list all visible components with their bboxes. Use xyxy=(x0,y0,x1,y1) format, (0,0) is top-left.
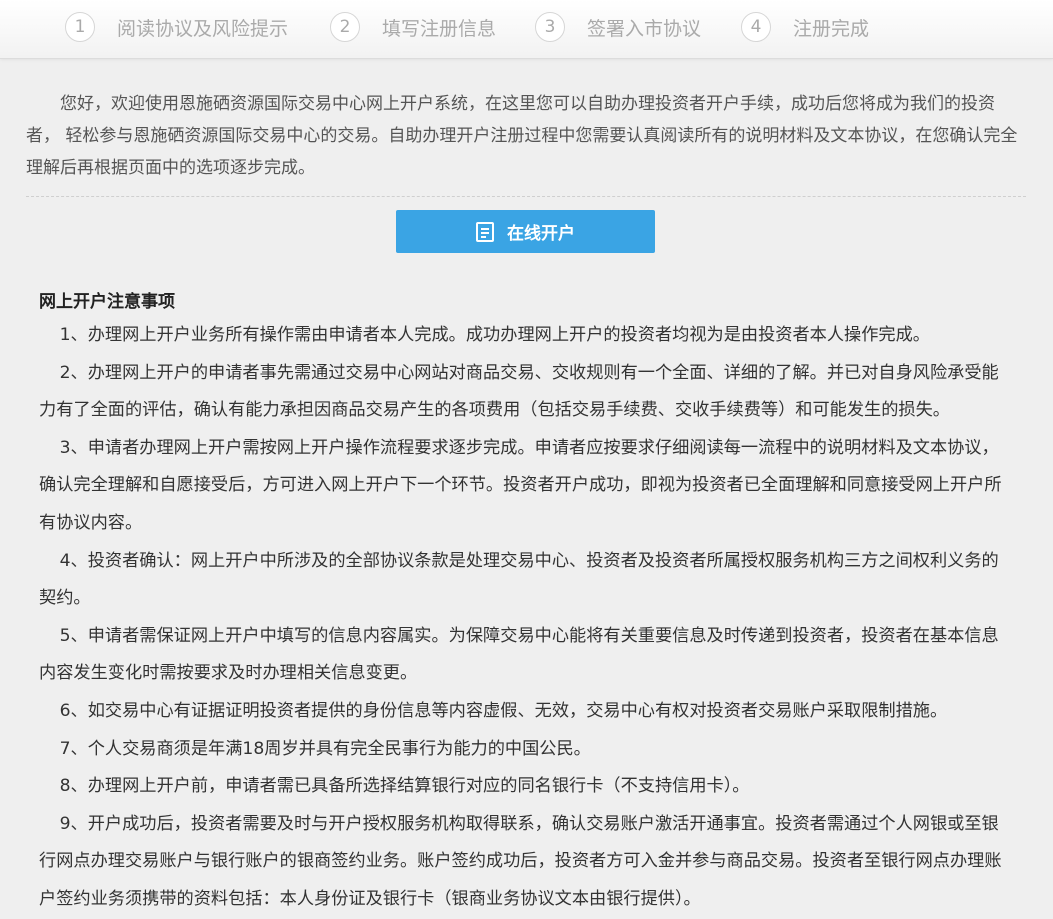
open-account-online-button[interactable]: 在线开户 xyxy=(396,210,655,253)
dashed-divider xyxy=(26,196,1026,197)
step-label: 注册完成 xyxy=(793,17,870,40)
notice-item: 5、申请者需保证网上开户中填写的信息内容属实。为保障交易中心能将有关重要信息及时… xyxy=(39,625,999,684)
step-label: 签署入市协议 xyxy=(587,17,702,40)
step-number: 1 xyxy=(65,12,95,42)
step-sign-agreement: 3 签署入市协议 xyxy=(535,10,701,44)
step-number: 3 xyxy=(535,12,565,42)
step-read-agreement: 1 阅读协议及风险提示 xyxy=(65,10,288,44)
notice-item: 6、如交易中心有证据证明投资者提供的身份信息等内容虚假、无效，交易中心有权对投资… xyxy=(59,700,948,721)
notice-item: 3、申请者办理网上开户需按网上开户操作流程要求逐步完成。申请者应按要求仔细阅读每… xyxy=(39,437,1002,533)
step-complete: 4 注册完成 xyxy=(741,10,869,44)
notice-title: 网上开户注意事项 xyxy=(39,292,175,312)
notice-item: 7、个人交易商须是年满18周岁并具有完全民事行为能力的中国公民。 xyxy=(59,738,591,759)
document-icon xyxy=(476,221,494,242)
step-label: 填写注册信息 xyxy=(382,17,497,40)
notice-item: 8、办理网上开户前，申请者需已具备所选择结算银行对应的同名银行卡（不支持信用卡）… xyxy=(59,776,750,797)
step-fill-info: 2 填写注册信息 xyxy=(330,10,496,44)
registration-steps-bar: 1 阅读协议及风险提示 2 填写注册信息 3 签署入市协议 4 注册完成 xyxy=(0,0,1053,59)
step-label: 阅读协议及风险提示 xyxy=(117,17,289,40)
notice-item: 9、开户成功后，投资者需要及时与开户授权服务机构取得联系，确认交易账户激活开通事… xyxy=(39,813,1002,909)
notice-item: 1、办理网上开户业务所有操作需由申请者本人完成。成功办理网上开户的投资者均视为是… xyxy=(59,325,930,345)
notice-item: 4、投资者确认：网上开户中所涉及的全部协议条款是处理交易中心、投资者及投资者所属… xyxy=(39,550,999,609)
open-account-button-label: 在线开户 xyxy=(507,224,575,243)
step-number: 4 xyxy=(741,12,771,42)
notice-item: 2、办理网上开户的申请者事先需通过交易中心网站对商品交易、交收规则有一个全面、详… xyxy=(39,362,999,421)
step-number: 2 xyxy=(330,12,360,42)
notice-list: 1、办理网上开户业务所有操作需由申请者本人完成。成功办理网上开户的投资者均视为是… xyxy=(39,317,1009,919)
intro-text: 您好，欢迎使用恩施硒资源国际交易中心网上开户系统，在这里您可以自助办理投资者开户… xyxy=(26,94,1018,178)
